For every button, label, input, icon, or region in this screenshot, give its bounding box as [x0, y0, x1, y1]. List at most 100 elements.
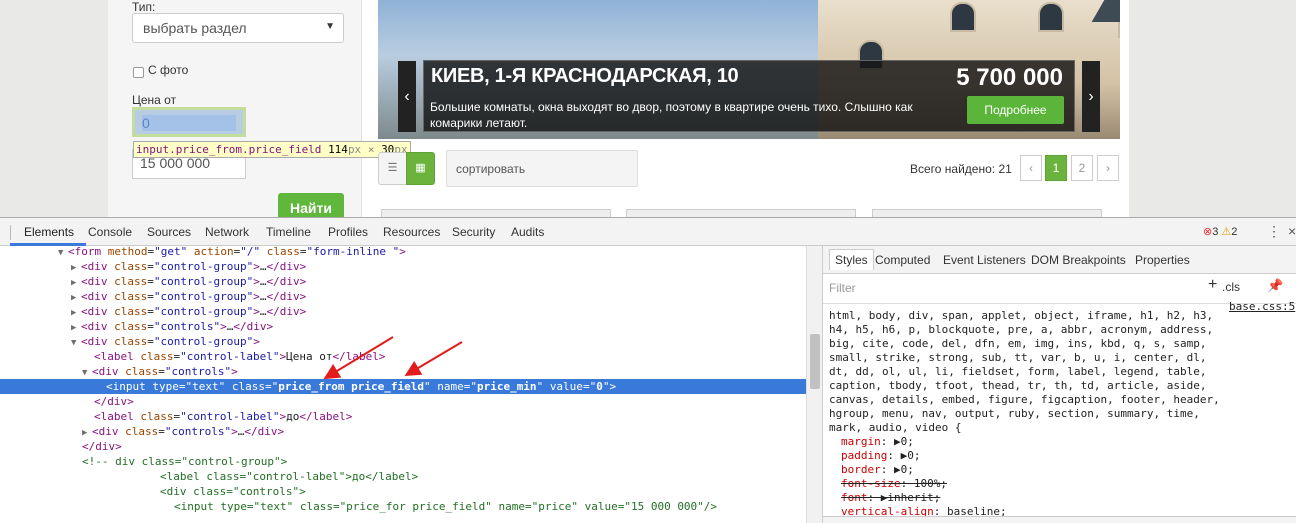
css-prop-overridden[interactable]: font-size: 100%; [841, 477, 1291, 491]
tab-audits[interactable]: Audits [511, 225, 544, 239]
dom-node[interactable]: ▼ <div class="controls"> [0, 364, 806, 379]
tab-timeline[interactable]: Timeline [266, 225, 311, 239]
listing-card[interactable] [381, 209, 611, 217]
pin-icon[interactable]: 📌 [1267, 278, 1283, 294]
tab-properties[interactable]: Properties [1135, 253, 1190, 267]
website-viewport: Тип: выбрать раздел ▼ С фото Цена от 0 1… [0, 0, 1296, 217]
prop-value: ▶0; [900, 449, 921, 462]
dom-comment[interactable]: <div class="controls"> [0, 484, 806, 499]
css-source-link[interactable]: base.css:5 [1229, 300, 1295, 313]
styles-filter-input[interactable]: Filter [829, 281, 856, 295]
dom-node[interactable]: ▶ <div class="control-group">…</div> [0, 289, 806, 304]
tab-profiles[interactable]: Profiles [328, 225, 368, 239]
dom-comment[interactable]: <input type="text" class="price_for pric… [0, 499, 806, 514]
tooltip-width: 114 [328, 143, 348, 156]
dom-scrollbar[interactable] [806, 246, 822, 523]
more-menu-icon[interactable]: ⋮ [1267, 223, 1281, 240]
css-prop[interactable]: padding: ▶0; [841, 449, 1291, 463]
tab-console[interactable]: Console [88, 225, 132, 239]
prop-name: border [841, 463, 881, 476]
dropdown-arrow-icon: ▼ [325, 21, 335, 32]
dom-comment[interactable]: <!-- div class="control-group"> [0, 454, 806, 469]
css-rule: html, body, div, span, applet, object, i… [823, 303, 1296, 523]
dom-node[interactable]: </div> [0, 439, 806, 454]
pagination-page-1[interactable]: 1 [1045, 155, 1067, 181]
house-window [1038, 2, 1064, 32]
error-icon: ⊗ [1203, 226, 1213, 238]
error-warning-counter[interactable]: ⊗3 ⚠2 [1203, 225, 1237, 238]
tab-resources[interactable]: Resources [383, 225, 440, 239]
cls-toggle[interactable]: .cls [1222, 280, 1240, 294]
dom-node[interactable]: ▼ <div class="control-group"> [0, 334, 806, 349]
dom-node[interactable]: <label class="control-label">до</label> [0, 409, 806, 424]
type-label: Тип: [132, 0, 156, 14]
dom-node[interactable]: ▶ <div class="controls">…</div> [0, 424, 806, 439]
dom-node[interactable]: ▶ <div class="controls">…</div> [0, 319, 806, 334]
prop-name: font-size [841, 477, 901, 490]
tab-dom-breakpoints[interactable]: DOM Breakpoints [1031, 253, 1126, 267]
tab-computed[interactable]: Computed [875, 253, 930, 267]
css-selector: html, body, div, span, applet, object, i… [829, 309, 1220, 434]
listing-card[interactable] [626, 209, 856, 217]
price-from-value: 0 [142, 115, 236, 131]
dom-node[interactable]: </div> [0, 394, 806, 409]
warning-icon: ⚠ [1221, 226, 1232, 238]
close-icon[interactable]: × [1288, 223, 1296, 239]
more-button[interactable]: Подробнее [967, 96, 1064, 124]
dom-node[interactable]: ▶ <div class="control-group">…</div> [0, 274, 806, 289]
styles-tabbar: Styles Computed Event Listeners DOM Brea… [823, 246, 1296, 274]
devtools-panel: Elements Console Sources Network Timelin… [0, 217, 1296, 523]
prop-value: 100%; [913, 477, 947, 490]
dom-node[interactable]: ▶ <div class="control-group">…</div> [0, 304, 806, 319]
error-count: 3 [1212, 226, 1219, 238]
tab-separator [10, 225, 11, 240]
dom-node[interactable]: ▼ <form method="get" action="/" class="fo… [0, 246, 806, 259]
price-from-input[interactable]: 0 [132, 107, 246, 137]
prop-value: ▶inherit; [880, 491, 941, 504]
photo-label: С фото [148, 63, 189, 77]
prop-name: padding [841, 449, 888, 462]
css-prop[interactable]: border: ▶0; [841, 463, 1291, 477]
price-from-label: Цена от [132, 93, 177, 107]
add-rule-icon[interactable]: + [1208, 276, 1217, 294]
tab-security[interactable]: Security [452, 225, 495, 239]
scrollbar-thumb[interactable] [810, 334, 820, 389]
hero-price: 5 700 000 [956, 64, 1063, 91]
section-select-value: выбрать раздел [143, 20, 247, 36]
styles-footer [823, 516, 1296, 523]
css-prop[interactable]: margin: ▶0; [841, 435, 1291, 449]
pagination-next[interactable]: › [1097, 155, 1119, 181]
tab-elements[interactable]: Elements [24, 225, 74, 239]
photo-checkbox[interactable] [133, 67, 144, 78]
tab-styles[interactable]: Styles [829, 249, 874, 270]
list-view-icon[interactable]: ☰ [378, 152, 407, 185]
dom-node-selected[interactable]: <input type="text" class="price_from pri… [0, 379, 806, 394]
house-window [950, 2, 976, 32]
css-declarations: margin: ▶0; padding: ▶0; border: ▶0; fon… [829, 435, 1291, 519]
sort-select[interactable]: сортировать [446, 150, 638, 187]
tab-network[interactable]: Network [205, 225, 249, 239]
hero-title[interactable]: КИЕВ, 1-Я КРАСНОДАРСКАЯ, 10 [431, 65, 739, 88]
pagination-page-2[interactable]: 2 [1071, 155, 1093, 181]
total-found: Всего найдено: 21 [910, 162, 1012, 176]
hero-caption: КИЕВ, 1-Я КРАСНОДАРСКАЯ, 10 5 700 000 Бо… [423, 60, 1075, 132]
dom-comment[interactable]: <label class="control-label">до</label> [0, 469, 806, 484]
slider-next-icon[interactable]: › [1082, 61, 1100, 132]
dom-node[interactable]: <label class="control-label">Цена от</la… [0, 349, 806, 364]
tab-event-listeners[interactable]: Event Listeners [943, 253, 1026, 267]
pagination-prev[interactable]: ‹ [1020, 155, 1042, 181]
slider-prev-icon[interactable]: ‹ [398, 61, 416, 132]
dom-node[interactable]: ▶ <div class="control-group">…</div> [0, 259, 806, 274]
listing-card[interactable] [872, 209, 1102, 217]
find-button[interactable]: Найти [278, 193, 344, 217]
grid-view-icon[interactable]: ▦ [406, 152, 435, 185]
page: { "site": { "type_label": "Тип:", "secti… [0, 0, 1296, 523]
tab-sources[interactable]: Sources [147, 225, 191, 239]
prop-name: margin [841, 435, 881, 448]
section-select[interactable]: выбрать раздел ▼ [132, 13, 344, 43]
css-prop-overridden[interactable]: font: ▶inherit; [841, 491, 1291, 505]
prop-value: ▶0; [894, 463, 914, 476]
hero-description: Большие комнаты, окна выходят во двор, п… [430, 100, 913, 130]
warning-count: 2 [1231, 226, 1238, 238]
devtools-tabbar: Elements Console Sources Network Timelin… [0, 217, 1296, 246]
